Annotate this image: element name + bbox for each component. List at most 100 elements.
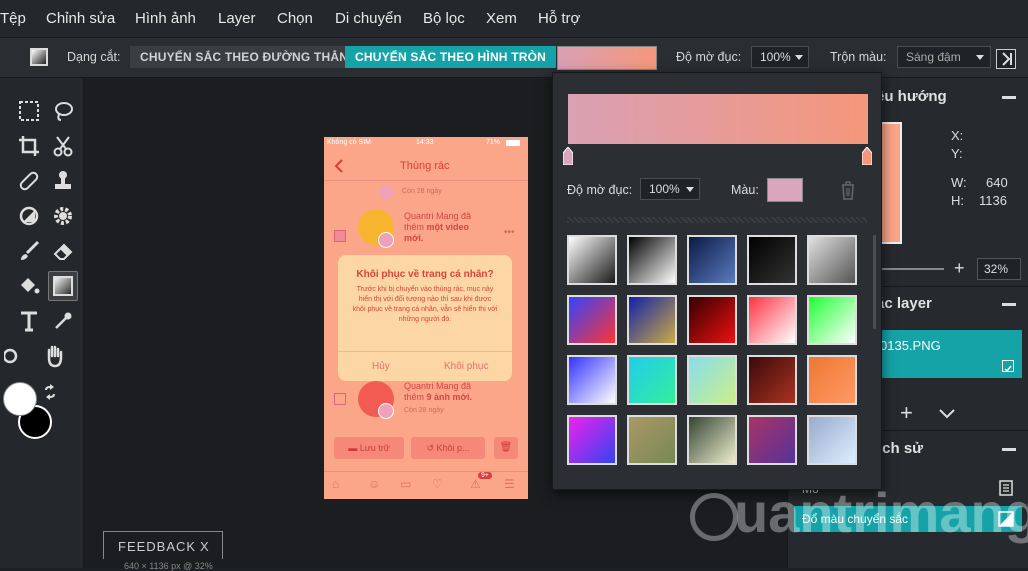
gradient-preset[interactable] [627, 415, 677, 465]
chevron-down-icon [686, 187, 694, 192]
gradient-preset[interactable] [747, 355, 797, 405]
add-layer-icon[interactable]: + [900, 400, 913, 426]
layers-title: ác layer [876, 295, 932, 312]
color-stop-icon [861, 146, 873, 166]
layer-item[interactable]: 0135.PNG [880, 330, 1022, 378]
lasso-tool[interactable] [48, 96, 78, 126]
gradient-preset[interactable] [807, 415, 857, 465]
gradient-preset[interactable] [567, 355, 617, 405]
post2-checkbox[interactable] [334, 393, 346, 405]
gradient-preset[interactable] [567, 415, 617, 465]
menu-filter[interactable]: Bộ lọc [423, 10, 465, 27]
menu-image[interactable]: Hình ảnh [135, 10, 196, 27]
delete-button[interactable]: 🗑 [494, 437, 518, 459]
swap-colors-icon[interactable] [42, 384, 58, 400]
more-icon[interactable]: ••• [504, 227, 515, 238]
gradient-start-stop[interactable] [562, 146, 574, 166]
eyedropper-tool[interactable] [48, 306, 78, 336]
gradient-preset[interactable] [627, 295, 677, 345]
divider [324, 180, 528, 181]
post1-checkbox[interactable] [334, 230, 346, 242]
menu-layer[interactable]: Layer [218, 10, 256, 27]
crop-type-label: Dạng cắt: [67, 50, 121, 64]
gradient-preset[interactable] [627, 235, 677, 285]
toolbar [0, 78, 84, 568]
collapse-icon[interactable] [1002, 448, 1016, 451]
days-left-2: Còn 28 ngày [404, 407, 444, 414]
dodge-tool[interactable] [14, 201, 44, 231]
feedback-button[interactable]: FEEDBACK X [103, 531, 223, 559]
marquee-icon [19, 101, 39, 121]
linear-gradient-button[interactable]: CHUYỂN SẮC THEO ĐƯỜNG THẲNG [130, 46, 368, 68]
sponge-tool[interactable] [48, 201, 78, 231]
menu-help[interactable]: Hỗ trợ [538, 10, 580, 27]
shape-tool[interactable] [0, 341, 30, 371]
menu-file[interactable]: Tệp [0, 10, 26, 27]
gradient-preset[interactable] [687, 415, 737, 465]
zoom-slider[interactable] [882, 268, 944, 270]
gradient-end-stop[interactable] [861, 146, 873, 166]
video-icon[interactable]: ▭ [400, 477, 411, 491]
gradient-preset[interactable] [687, 355, 737, 405]
gradient-preset[interactable] [807, 355, 857, 405]
popup-opacity-select[interactable]: 100% [640, 178, 700, 200]
gradient-preset[interactable] [747, 235, 797, 285]
fill-tool[interactable] [14, 271, 44, 301]
zoom-in-icon[interactable]: + [954, 258, 965, 279]
post2-text: Quantri Mang đã thêm 9 ảnh mới. [404, 381, 486, 403]
text-tool[interactable] [14, 306, 44, 336]
radial-gradient-button[interactable]: CHUYỂN SẮC THEO HÌNH TRÒN [345, 46, 557, 68]
gradient-preset[interactable] [567, 295, 617, 345]
collapse-icon[interactable] [1002, 303, 1016, 306]
gradient-tool[interactable] [48, 271, 78, 301]
brush-tool[interactable] [14, 236, 44, 266]
opacity-select[interactable]: 100% [751, 46, 809, 68]
layer-visibility-checkbox[interactable] [1002, 360, 1014, 373]
post1-text: Quantri Mang đã thêm một video mới. [404, 211, 486, 244]
expand-button[interactable] [996, 49, 1016, 69]
menu-select[interactable]: Chọn [277, 10, 313, 27]
menu-move[interactable]: Di chuyển [335, 10, 402, 27]
heart-icon[interactable]: ♡ [432, 477, 443, 491]
foreground-color-swatch[interactable] [3, 382, 37, 416]
gradient-preset[interactable] [807, 235, 857, 285]
zoom-input[interactable]: 32% [977, 258, 1021, 280]
bell-icon[interactable]: ⚠ [470, 477, 481, 491]
heal-tool[interactable] [14, 166, 44, 196]
trash-icon[interactable] [840, 180, 856, 200]
scrollbar[interactable] [873, 235, 876, 329]
hand-tool[interactable] [40, 341, 70, 371]
blend-select[interactable]: Sáng đậm [897, 46, 991, 68]
gradient-preset[interactable] [627, 355, 677, 405]
marquee-tool[interactable] [14, 96, 44, 126]
crop-tool[interactable] [14, 131, 44, 161]
gradient-preset[interactable] [687, 235, 737, 285]
days-left-1: Còn 28 ngày [402, 188, 442, 195]
menu-view[interactable]: Xem [486, 10, 517, 27]
stop-color-swatch[interactable] [767, 178, 803, 202]
document-canvas[interactable]: Không có SIM 14:33 71% Thùng rác Còn 28 … [324, 137, 528, 499]
collapse-icon[interactable] [1002, 96, 1016, 99]
cut-tool[interactable] [48, 131, 78, 161]
menu-icon[interactable]: ☰ [504, 477, 515, 491]
back-icon[interactable] [334, 159, 344, 173]
gradient-preset[interactable] [687, 295, 737, 345]
stamp-tool[interactable] [48, 166, 78, 196]
gradient-preset[interactable] [747, 415, 797, 465]
home-icon[interactable]: ⌂ [332, 477, 339, 491]
feedback-close[interactable]: X [200, 539, 209, 554]
archive-button[interactable]: ▬ Lưu trữ [334, 437, 404, 459]
menu-edit[interactable]: Chỉnh sửa [46, 10, 115, 27]
friends-icon[interactable]: ☺ [368, 477, 380, 491]
dialog-restore-button[interactable]: Khôi phục [444, 361, 488, 372]
gradient-swatch[interactable] [557, 46, 657, 70]
gradient-preset[interactable] [567, 235, 617, 285]
restore-button[interactable]: ↺ Khôi p... [411, 437, 485, 459]
eraser-tool[interactable] [48, 236, 78, 266]
gradient-preset[interactable] [807, 295, 857, 345]
opacity-value: 100% [760, 50, 791, 64]
chevron-down-icon[interactable] [938, 408, 956, 420]
navigator-thumbnail[interactable] [880, 122, 902, 244]
dialog-cancel-button[interactable]: Hủy [372, 361, 390, 372]
gradient-preset[interactable] [747, 295, 797, 345]
